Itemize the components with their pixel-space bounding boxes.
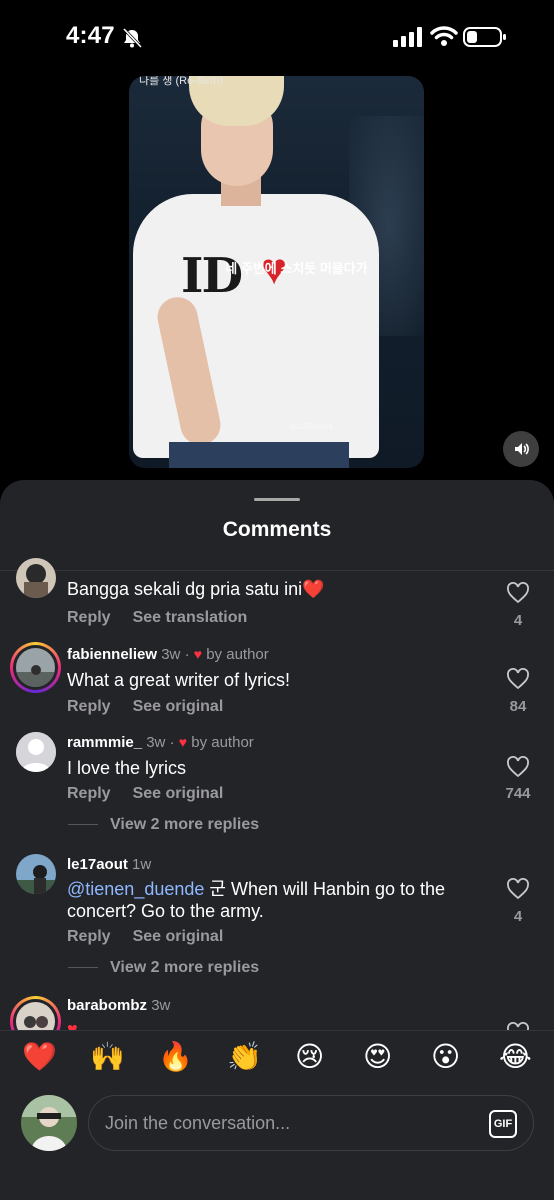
- by-author-label: by author: [206, 646, 269, 663]
- default-avatar-icon: [16, 732, 56, 772]
- like-count: 744: [505, 785, 531, 802]
- wifi-icon: [430, 26, 458, 46]
- comment-text: @tienen_duende 군 When will Hanbin go to …: [67, 878, 467, 922]
- view-more-replies-label: View 2 more replies: [110, 816, 260, 833]
- heart-outline-icon[interactable]: [506, 756, 530, 778]
- battery-icon: [463, 27, 506, 47]
- avatar: [16, 648, 55, 687]
- view-more-replies-label: View 2 more replies: [110, 959, 260, 976]
- surprised-face-emoji[interactable]: 😮: [431, 1043, 460, 1071]
- reaction-bar: ❤️ 🙌 🔥 👏 😢 😍 😮 😂: [0, 1030, 554, 1090]
- by-author-label: by author: [191, 734, 254, 751]
- red-heart-emoji[interactable]: ❤️: [22, 1043, 57, 1071]
- story-ring[interactable]: [10, 642, 61, 693]
- fire-emoji[interactable]: 🔥: [158, 1043, 193, 1071]
- reply-button[interactable]: Reply: [67, 785, 111, 802]
- comment-actions: Reply See original: [67, 698, 245, 716]
- comment-time: 3w: [151, 997, 171, 1014]
- meta-separator: ·: [169, 734, 175, 751]
- avatar-image: [16, 558, 56, 598]
- avatar[interactable]: [16, 558, 56, 598]
- replies-line: [68, 967, 98, 969]
- comment-actions: Reply See original: [67, 928, 245, 946]
- view-more-replies-button[interactable]: View 2 more replies: [68, 959, 259, 977]
- video-top-caption: 나를 생 (Re-Birth): [139, 76, 224, 87]
- see-original-button[interactable]: See original: [133, 785, 224, 802]
- like-count: 84: [509, 698, 527, 715]
- bell-slash-icon: [122, 27, 143, 49]
- clapping-hands-emoji[interactable]: 👏: [227, 1043, 262, 1071]
- divider: [0, 570, 554, 571]
- avatar-image: [16, 854, 56, 894]
- cellular-signal-icon: [393, 27, 422, 47]
- comment-input-placeholder: Join the conversation...: [105, 1113, 291, 1133]
- see-original-button[interactable]: See original: [133, 928, 224, 945]
- reply-button[interactable]: Reply: [67, 928, 111, 945]
- comment-username[interactable]: barabombz: [67, 997, 147, 1014]
- comment-meta: rammmie_ 3w · ♥ by author: [67, 734, 254, 751]
- view-more-replies-button[interactable]: View 2 more replies: [68, 816, 259, 834]
- avatar-image: [21, 1095, 77, 1151]
- comment-input[interactable]: Join the conversation... GIF: [88, 1095, 534, 1151]
- like-count: 4: [513, 908, 523, 925]
- my-avatar[interactable]: [21, 1095, 77, 1151]
- comment-actions: Reply See original: [67, 785, 245, 803]
- comment-time: 1w: [132, 856, 152, 873]
- sheet-grabber[interactable]: [254, 498, 300, 501]
- heart-outline-icon[interactable]: [506, 878, 530, 900]
- video-player[interactable]: ID ♥ 나를 생 (Re-Birth) I'll linger, brushi…: [129, 76, 424, 468]
- reply-button[interactable]: Reply: [67, 609, 111, 626]
- speaker-icon: [515, 443, 529, 455]
- heart-filled-icon: ♥: [193, 646, 203, 662]
- comment-meta: barabombz 3w: [67, 997, 170, 1014]
- gif-button[interactable]: GIF: [489, 1110, 517, 1138]
- volume-button[interactable]: [503, 431, 539, 467]
- comment-username[interactable]: le17aout: [67, 856, 128, 873]
- comment-time: 3w: [161, 646, 181, 663]
- comment-composer: Join the conversation... GIF: [0, 1090, 554, 1200]
- avatar[interactable]: [16, 854, 56, 894]
- performer-jeans: [169, 442, 349, 468]
- heart-outline-icon[interactable]: [506, 582, 530, 604]
- heart-eyes-emoji[interactable]: 😍: [363, 1043, 392, 1071]
- heart-filled-icon: ♥: [178, 734, 188, 750]
- crying-face-emoji[interactable]: 😢: [295, 1043, 324, 1071]
- heart-outline-icon[interactable]: [506, 668, 530, 690]
- comment-time: 3w: [146, 734, 166, 751]
- avatar[interactable]: [16, 732, 56, 772]
- video-watermark: @131online: [290, 422, 333, 431]
- comment-username[interactable]: rammmie_: [67, 734, 142, 751]
- comment-mention[interactable]: @tienen_duende: [67, 879, 204, 899]
- subtitle-english: I'll linger, brushing past your side: [224, 242, 369, 253]
- comment-meta: le17aout 1w: [67, 856, 151, 873]
- status-bar: 4:47: [0, 0, 554, 76]
- comment-text: I love the lyrics: [67, 758, 187, 778]
- replies-line: [68, 824, 98, 826]
- laughing-face-emoji[interactable]: 😂: [499, 1043, 532, 1071]
- comment-text: What a great writer of lyrics!: [67, 670, 291, 690]
- avatar-image: [16, 648, 55, 687]
- comment-meta: fabienneliew 3w · ♥ by author: [67, 646, 269, 663]
- status-time: 4:47: [66, 22, 115, 49]
- subtitle-korean: 네 주변에 스치듯 머물다가: [225, 261, 368, 276]
- see-original-button[interactable]: See original: [133, 698, 224, 715]
- comment-actions: Reply See translation: [67, 609, 269, 627]
- reply-button[interactable]: Reply: [67, 698, 111, 715]
- like-count: 4: [513, 612, 523, 629]
- meta-separator: ·: [184, 646, 190, 663]
- comment-username[interactable]: fabienneliew: [67, 646, 157, 663]
- see-translation-button[interactable]: See translation: [133, 609, 248, 626]
- sheet-title: Comments: [222, 518, 332, 541]
- comment-text: Bangga sekali dg pria satu ini❤️: [67, 579, 325, 599]
- raising-hands-emoji[interactable]: 🙌: [90, 1043, 125, 1071]
